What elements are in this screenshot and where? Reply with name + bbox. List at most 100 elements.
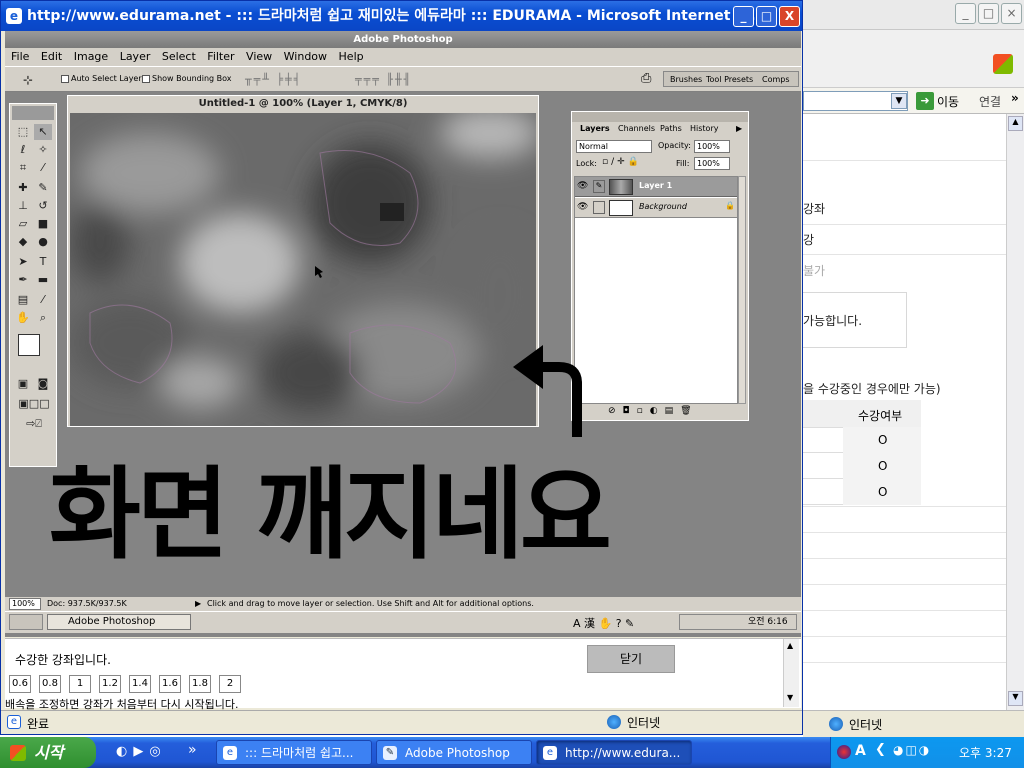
- speed-button[interactable]: 1.2: [99, 675, 121, 693]
- chevron-right-icon[interactable]: »: [188, 742, 197, 758]
- scroll-down-icon[interactable]: ▼: [787, 693, 793, 702]
- minimize-button[interactable]: _: [733, 6, 754, 27]
- minimize-icon[interactable]: _: [955, 3, 976, 24]
- background-scrollbar[interactable]: ▲ ▼: [1006, 114, 1024, 710]
- standard-mode-icon[interactable]: ▣: [14, 376, 32, 392]
- go-button[interactable]: 이동: [937, 93, 959, 110]
- ime-icons[interactable]: A 漢 ✋ ? ✎: [573, 615, 634, 631]
- speed-button[interactable]: 1: [69, 675, 91, 693]
- slice-tool-icon[interactable]: ⁄: [34, 160, 52, 176]
- speed-button[interactable]: 1.4: [129, 675, 151, 693]
- layer-row[interactable]: 👁 Background 🔒: [575, 198, 737, 218]
- tab-history[interactable]: History: [690, 124, 718, 133]
- foreground-color-swatch[interactable]: [18, 334, 40, 356]
- chevron-right-icon[interactable]: »: [1011, 91, 1019, 105]
- speed-button[interactable]: 0.6: [9, 675, 31, 693]
- screen-mode-icons[interactable]: ▣□□: [14, 396, 54, 412]
- speed-button[interactable]: 2: [219, 675, 241, 693]
- brush-link-icon[interactable]: ✎: [593, 180, 605, 193]
- start-button[interactable]: 시작: [0, 737, 96, 768]
- pen-tool-icon[interactable]: ✒: [14, 272, 32, 288]
- maximize-icon[interactable]: □: [978, 3, 999, 24]
- close-button[interactable]: X: [779, 6, 800, 27]
- magic-wand-icon[interactable]: ✧: [34, 142, 52, 158]
- stamp-tool-icon[interactable]: ⊥: [14, 198, 32, 214]
- crop-tool-icon[interactable]: ⌗: [14, 160, 32, 176]
- taskbar-task-active[interactable]: e http://www.edura...: [536, 740, 692, 765]
- brush-tool-icon[interactable]: ✎: [34, 180, 52, 196]
- inner-task-photoshop[interactable]: Adobe Photoshop: [47, 614, 191, 630]
- dodge-tool-icon[interactable]: ●: [34, 234, 52, 250]
- close-lecture-button[interactable]: 닫기: [587, 645, 675, 673]
- menu-layer[interactable]: Layer: [120, 50, 151, 63]
- marquee-tool-icon[interactable]: ⬚: [14, 124, 32, 140]
- speed-button[interactable]: 1.6: [159, 675, 181, 693]
- korean-ime-icon[interactable]: [837, 745, 851, 759]
- shape-tool-icon[interactable]: ▬: [34, 272, 52, 288]
- go-arrow-icon[interactable]: ➜: [916, 92, 934, 110]
- maximize-button[interactable]: □: [756, 6, 777, 27]
- taskbar-task[interactable]: ✎ Adobe Photoshop: [376, 740, 532, 765]
- healing-brush-icon[interactable]: ✚: [14, 180, 32, 196]
- tab-comps[interactable]: Comps: [762, 75, 790, 84]
- zoom-field[interactable]: 100%: [9, 598, 41, 610]
- type-tool-icon[interactable]: T: [34, 254, 52, 270]
- tab-channels[interactable]: Channels: [618, 124, 655, 133]
- zoom-tool-icon[interactable]: ⌕: [34, 310, 52, 326]
- scroll-down-icon[interactable]: ▼: [1008, 691, 1023, 706]
- menu-edit[interactable]: Edit: [41, 50, 62, 63]
- tray-icons[interactable]: ◕◫◑: [893, 743, 931, 757]
- window-title-bar[interactable]: e http://www.edurama.net - ::: 드라마처럼 쉽고 …: [1, 1, 802, 31]
- menu-help[interactable]: Help: [339, 50, 364, 63]
- gradient-tool-icon[interactable]: ■: [34, 216, 52, 232]
- eyedropper-icon[interactable]: ⁄: [34, 292, 52, 308]
- chevron-left-icon[interactable]: ❮: [875, 742, 886, 757]
- align-icons[interactable]: ╥╤╨ ╞╪╡: [245, 73, 302, 86]
- document-title-bar[interactable]: Untitled-1 @ 100% (Layer 1, CMYK/8): [68, 96, 538, 112]
- tab-brushes[interactable]: Brushes: [670, 75, 702, 84]
- scroll-up-icon[interactable]: ▲: [1008, 116, 1023, 131]
- palette-menu-icon[interactable]: ▶: [736, 124, 742, 133]
- menu-image[interactable]: Image: [74, 50, 108, 63]
- speed-button[interactable]: 0.8: [39, 675, 61, 693]
- auto-select-checkbox[interactable]: [61, 75, 69, 83]
- hand-tool-icon[interactable]: ✋: [14, 310, 32, 326]
- menu-select[interactable]: Select: [162, 50, 196, 63]
- menu-view[interactable]: View: [246, 50, 272, 63]
- distribute-icons[interactable]: ╤╤╤ ╟╫╢: [355, 73, 412, 86]
- move-tool-icon[interactable]: ↖: [34, 124, 52, 140]
- tab-layers[interactable]: Layers: [580, 124, 610, 133]
- lock-icons[interactable]: ▫∕✛🔒: [602, 157, 642, 167]
- path-select-icon[interactable]: ➤: [14, 254, 32, 270]
- close-icon[interactable]: ×: [1001, 3, 1022, 24]
- notes-tool-icon[interactable]: ▤: [14, 292, 32, 308]
- bounding-box-checkbox[interactable]: [142, 75, 150, 83]
- move-tool-icon[interactable]: ⊹: [23, 73, 33, 87]
- palette-well-icon[interactable]: ⎙: [641, 71, 651, 86]
- speed-button[interactable]: 1.8: [189, 675, 211, 693]
- menu-window[interactable]: Window: [284, 50, 327, 63]
- scroll-up-icon[interactable]: ▲: [787, 641, 793, 650]
- layers-scrollbar[interactable]: [738, 176, 746, 404]
- jump-to-imageready-icon[interactable]: ⇨⍁: [14, 416, 54, 432]
- eye-icon[interactable]: 👁: [577, 181, 588, 191]
- fill-field[interactable]: 100%: [694, 157, 730, 170]
- opacity-field[interactable]: 100%: [694, 140, 730, 153]
- links-label[interactable]: 연결: [979, 93, 1001, 110]
- menu-filter[interactable]: Filter: [207, 50, 234, 63]
- menu-file[interactable]: File: [11, 50, 29, 63]
- link-box[interactable]: [593, 201, 605, 214]
- language-a-icon[interactable]: A: [855, 743, 866, 759]
- blend-mode-select[interactable]: Normal: [576, 140, 652, 153]
- eye-icon[interactable]: 👁: [577, 202, 588, 212]
- layer-row[interactable]: 👁 ✎ Layer 1: [575, 177, 737, 197]
- image-canvas[interactable]: [70, 113, 536, 426]
- quickmask-mode-icon[interactable]: ◙: [34, 376, 52, 392]
- tab-paths[interactable]: Paths: [660, 124, 682, 133]
- eraser-tool-icon[interactable]: ▱: [14, 216, 32, 232]
- tab-tool-presets[interactable]: Tool Presets: [706, 75, 753, 84]
- lasso-tool-icon[interactable]: ℓ: [14, 142, 32, 158]
- history-brush-icon[interactable]: ↺: [34, 198, 52, 214]
- status-arrow-icon[interactable]: ▶: [195, 597, 201, 611]
- quicklaunch-icons[interactable]: ◐▶◎: [116, 744, 167, 759]
